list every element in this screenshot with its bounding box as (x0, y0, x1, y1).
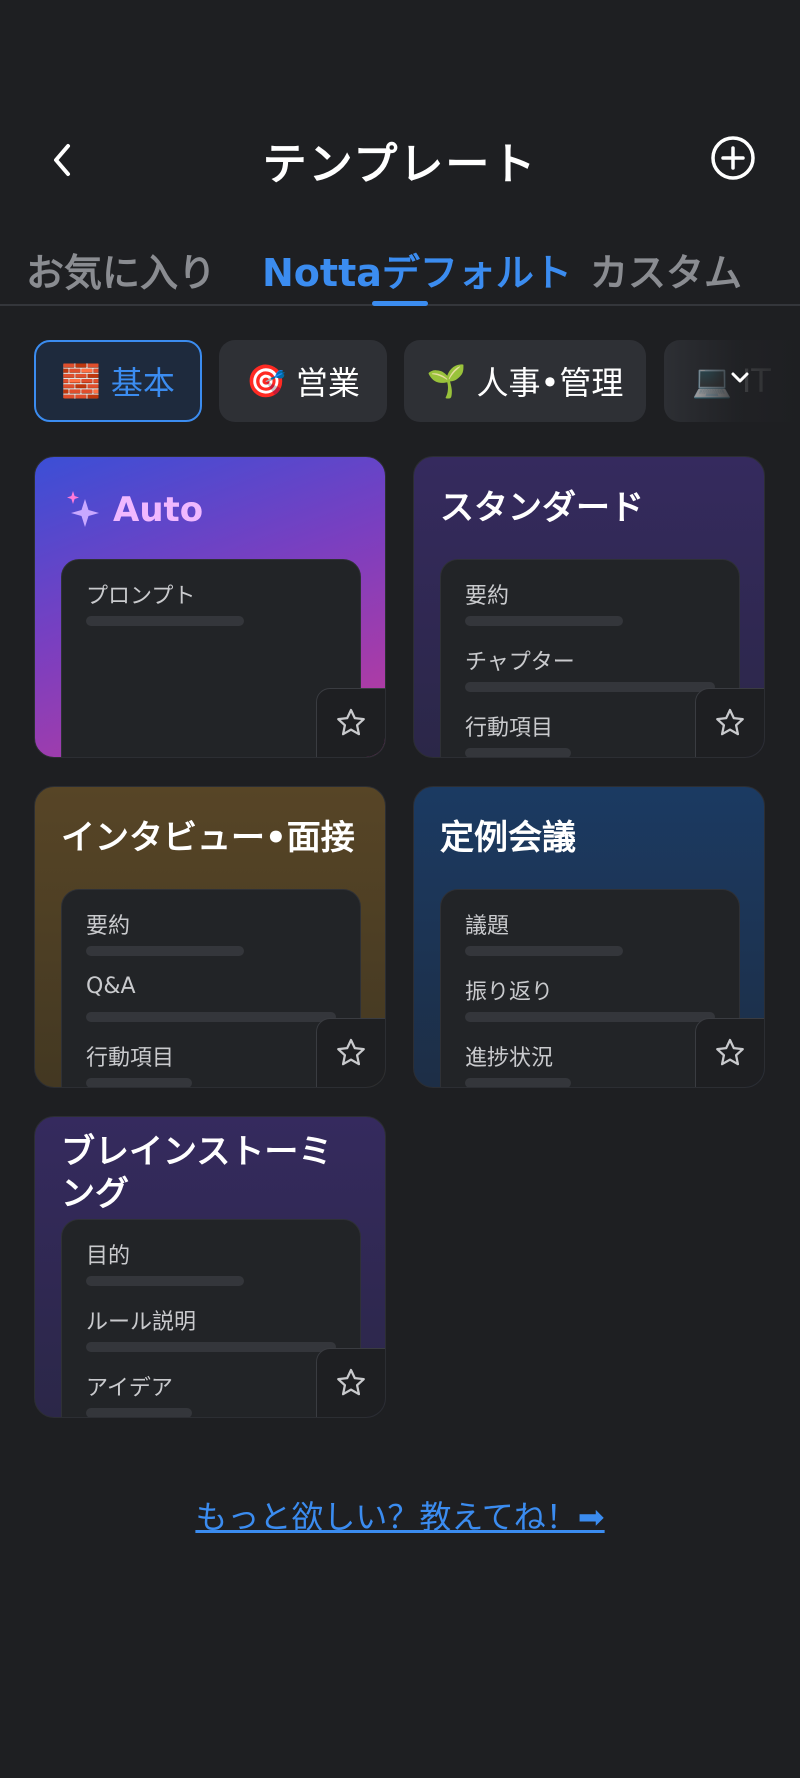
category-chip-label: 人事•管理 (476, 364, 624, 402)
card-title-text: Auto (113, 490, 204, 530)
preview-item-label: 行動項目 (86, 1046, 175, 1071)
tab-favorites[interactable]: お気に入り (26, 242, 216, 297)
template-card-standard[interactable]: スタンダード 要約 チャプター 行動項目 (413, 456, 765, 758)
star-icon (337, 1038, 365, 1066)
feedback-link[interactable]: もっと欲しい？教えてね！➡ (0, 1492, 800, 1538)
preview-item-placeholder (86, 1012, 336, 1022)
template-card-interview[interactable]: インタビュー•面接 要約 Q&A 行動項目 (34, 786, 386, 1088)
preview-item-label: 要約 (465, 584, 510, 609)
preview-item-label: 目的 (86, 1244, 131, 1269)
sparkle-icon (67, 491, 99, 527)
category-chip-label: 営業 (295, 364, 360, 402)
preview-item-label: Q&A (86, 974, 136, 999)
add-template-button[interactable] (710, 135, 756, 181)
preview-item-placeholder (86, 616, 244, 626)
tab-notta-default[interactable]: Nottaデフォルト (262, 242, 572, 297)
favorite-button[interactable] (316, 1018, 385, 1087)
card-title: Auto (61, 487, 203, 533)
tab-bar: お気に入り Nottaデフォルト カスタム (0, 240, 800, 306)
preview-item-label: 要約 (86, 914, 131, 939)
preview-item-placeholder (465, 682, 715, 692)
category-chip-sales[interactable]: 🎯 営業 (219, 340, 387, 422)
card-title: スタンダード (440, 488, 644, 528)
page-title: テンプレート (262, 139, 538, 190)
star-icon (716, 708, 744, 736)
preview-item-label: ルール説明 (86, 1310, 197, 1335)
star-icon (716, 1038, 744, 1066)
preview-item-placeholder (86, 1408, 192, 1417)
templates-screen: テンプレート お気に入り Nottaデフォルト カスタム 🧱 基本 🎯 営業 🌱… (0, 0, 800, 1778)
preview-item-placeholder (86, 946, 244, 956)
preview-item-placeholder (465, 1012, 715, 1022)
active-tab-indicator (372, 301, 428, 306)
card-title: インタビュー•面接 (61, 818, 355, 858)
category-chip-basic[interactable]: 🧱 基本 (34, 340, 202, 422)
star-icon (337, 1368, 365, 1396)
category-chip-hr[interactable]: 🌱 人事•管理 (404, 340, 646, 422)
preview-item-placeholder (465, 748, 571, 757)
seedling-icon: 🌱 (426, 362, 467, 400)
preview-item-placeholder (465, 616, 623, 626)
preview-item-label: 行動項目 (465, 716, 554, 741)
template-card-regular-meeting[interactable]: 定例会議 議題 振り返り 進捗状況 (413, 786, 765, 1088)
category-chips: 🧱 基本 🎯 営業 🌱 人事•管理 💻 IT (0, 340, 800, 422)
header: テンプレート (0, 120, 800, 200)
card-title: ブレインストーミング (61, 1132, 333, 1214)
preview-item-placeholder (465, 946, 623, 956)
preview-item-label: チャプター (465, 650, 575, 675)
target-icon: 🎯 (246, 362, 286, 400)
star-icon (337, 708, 365, 736)
preview-item-label: 進捗状況 (465, 1046, 554, 1071)
preview-item-label: プロンプト (86, 584, 196, 609)
preview-item-placeholder (86, 1276, 244, 1286)
template-card-brainstorming[interactable]: ブレインストーミング 目的 ルール説明 アイデア (34, 1116, 386, 1418)
tab-custom[interactable]: カスタム (590, 242, 742, 297)
card-title: 定例会議 (440, 818, 576, 858)
brick-icon: 🧱 (61, 362, 101, 400)
plus-circle-icon (711, 136, 755, 180)
preview-item-label: 振り返り (465, 980, 554, 1005)
preview-item-placeholder (86, 1078, 192, 1087)
preview-item-label: アイデア (86, 1376, 173, 1401)
template-card-auto[interactable]: Auto プロンプト (34, 456, 386, 758)
preview-item-label: 議題 (465, 914, 510, 939)
favorite-button[interactable] (695, 1018, 764, 1087)
favorite-button[interactable] (316, 1348, 385, 1417)
category-chip-label: 基本 (110, 364, 175, 402)
preview-item-placeholder (465, 1078, 571, 1087)
favorite-button[interactable] (695, 688, 764, 757)
chevron-down-icon[interactable] (728, 366, 752, 390)
favorite-button[interactable] (316, 688, 385, 757)
preview-item-placeholder (86, 1342, 336, 1352)
